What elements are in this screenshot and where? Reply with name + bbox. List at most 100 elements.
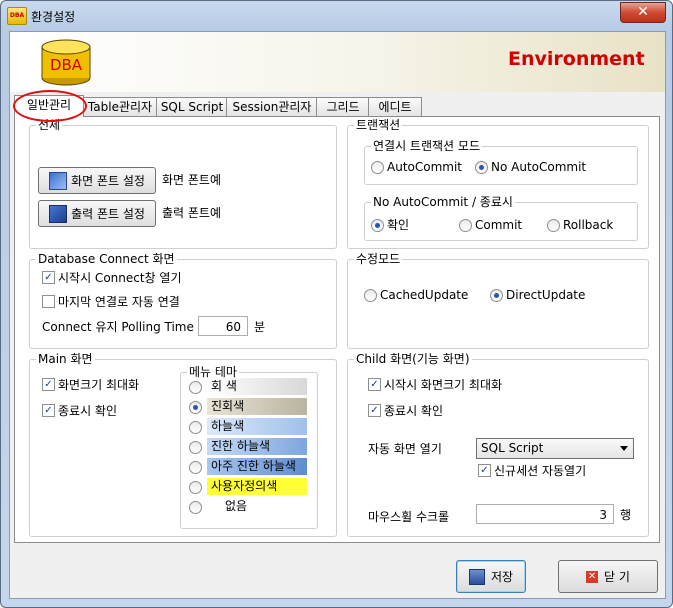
checkbox-child-maximize-label: 시작시 화면크기 최대화 xyxy=(384,378,503,392)
group-edit-mode: 수정모드 CachedUpdate DirectUpdate xyxy=(347,252,649,349)
group-main-screen: Main 화면 ✓ 화면크기 최대화 ✓ 종료시 확인 메뉴 테마 회 색 진회… xyxy=(29,352,337,537)
radio-cached-update[interactable] xyxy=(364,289,377,302)
close-button[interactable]: ✕ 닫 기 xyxy=(558,560,658,593)
theme-swatch-gray: 회 색 xyxy=(207,378,307,395)
polling-time-input[interactable]: 60 xyxy=(198,316,248,336)
group-transaction: 트랜잭션 연결시 트랜잭션 모드 AutoCommit No AutoCommi… xyxy=(347,118,649,249)
radio-commit-label: Commit xyxy=(475,218,523,232)
radio-rollback[interactable] xyxy=(547,219,560,232)
theme-swatch-sky: 하늘색 xyxy=(207,418,307,435)
theme-swatch-none: 없음 xyxy=(207,498,307,515)
tab-edit[interactable]: 에디트 xyxy=(368,97,422,116)
radio-commit[interactable] xyxy=(459,219,472,232)
radio-confirm-label: 확인 xyxy=(387,218,410,232)
radio-rollback-label: Rollback xyxy=(563,218,614,232)
group-connect-mode: 연결시 트랜잭션 모드 AutoCommit No AutoCommit xyxy=(364,139,638,185)
radio-direct-update[interactable] xyxy=(490,289,503,302)
group-exit-mode: No AutoCommit / 종료시 확인 Commit Rollback xyxy=(364,195,638,241)
group-transaction-title: 트랜잭션 xyxy=(354,118,403,132)
window-title: 환경설정 xyxy=(31,10,76,24)
checkbox-open-connect-on-start[interactable]: ✓ xyxy=(42,271,55,284)
polling-time-label: Connect 유지 Polling Time xyxy=(42,320,194,334)
tab-session-manager[interactable]: Session관리자 xyxy=(226,97,318,116)
polling-time-unit: 분 xyxy=(254,320,266,334)
highlight-ring xyxy=(13,90,87,122)
tab-strip: 일반관리 Table관리자 SQL Script Session관리자 그리드 … xyxy=(12,90,652,122)
checkbox-child-confirm-exit[interactable]: ✓ xyxy=(368,404,381,417)
checkbox-main-maximize-label: 화면크기 최대화 xyxy=(58,378,140,392)
group-db-connect-title: Database Connect 화면 xyxy=(36,252,177,266)
checkbox-auto-reconnect[interactable] xyxy=(42,295,55,308)
screen-font-button[interactable]: 화면 폰트 설정 xyxy=(38,167,156,194)
group-general: 전체 화면 폰트 설정 화면 폰트예 출력 폰트 설정 출력 폰트예 xyxy=(29,118,337,249)
theme-label-very-deep-sky: 아주 진한 하늘색 xyxy=(211,459,296,473)
auto-open-select-value: SQL Script xyxy=(481,441,544,455)
radio-theme-none[interactable] xyxy=(189,501,202,514)
radio-theme-deep-sky[interactable] xyxy=(189,441,202,454)
group-db-connect: Database Connect 화면 ✓ 시작시 Connect창 열기 마지… xyxy=(29,252,337,349)
theme-label-none: 없음 xyxy=(225,499,248,513)
print-font-button[interactable]: 출력 폰트 설정 xyxy=(38,200,156,227)
print-font-sample: 출력 폰트예 xyxy=(162,206,222,220)
radio-cached-update-label: CachedUpdate xyxy=(380,288,469,302)
dialog-client: DBA Environment 일반관리 Table관리자 SQL Script… xyxy=(9,31,666,599)
checkbox-new-session-label: 신규세션 자동열기 xyxy=(494,464,587,478)
banner-title: Environment xyxy=(508,48,645,70)
radio-no-autocommit[interactable] xyxy=(475,161,488,174)
theme-swatch-dark-gray: 진회색 xyxy=(207,398,307,415)
mouse-wheel-input[interactable]: 3 xyxy=(476,504,614,524)
radio-theme-gray[interactable] xyxy=(189,381,202,394)
save-button-label: 저장 xyxy=(490,570,514,584)
tab-grid[interactable]: 그리드 xyxy=(316,97,370,116)
mouse-wheel-label: 마우스휠 수크롤 xyxy=(368,510,450,524)
mouse-wheel-unit: 행 xyxy=(620,508,632,522)
radio-theme-custom[interactable] xyxy=(189,481,202,494)
tab-table-manager[interactable]: Table관리자 xyxy=(82,97,158,116)
theme-label-dark-gray: 진회색 xyxy=(211,399,245,413)
radio-confirm[interactable] xyxy=(371,219,384,232)
radio-theme-very-deep-sky[interactable] xyxy=(189,461,202,474)
group-child-screen-title: Child 화면(기능 화면) xyxy=(354,352,472,366)
group-edit-mode-title: 수정모드 xyxy=(354,252,403,266)
print-font-button-label: 출력 폰트 설정 xyxy=(71,207,145,221)
screen-font-button-label: 화면 폰트 설정 xyxy=(71,174,145,188)
checkbox-main-confirm-exit[interactable]: ✓ xyxy=(42,404,55,417)
checkbox-new-session[interactable]: ✓ xyxy=(478,464,491,477)
radio-theme-dark-gray[interactable] xyxy=(189,401,202,414)
close-window-button[interactable]: ✕ xyxy=(620,2,666,23)
checkbox-auto-reconnect-label: 마지막 연결로 자동 연결 xyxy=(58,295,180,309)
banner: DBA Environment xyxy=(10,32,665,92)
group-main-screen-title: Main 화면 xyxy=(36,352,95,366)
settings-window: DBA 환경설정 ✕ DBA Environment 일반관리 Table관리자… xyxy=(0,0,673,608)
radio-autocommit[interactable] xyxy=(371,161,384,174)
group-menu-theme-title: 메뉴 테마 xyxy=(187,365,239,379)
chevron-down-icon xyxy=(620,446,628,451)
general-tab-panel: 전체 화면 폰트 설정 화면 폰트예 출력 폰트 설정 출력 폰트예 트랜잭션 … xyxy=(14,116,660,543)
theme-swatch-custom: 사용자정의색 xyxy=(207,478,307,495)
radio-direct-update-label: DirectUpdate xyxy=(506,288,586,302)
theme-swatch-very-deep-sky: 아주 진한 하늘색 xyxy=(207,458,307,475)
checkbox-open-connect-on-start-label: 시작시 Connect창 열기 xyxy=(58,271,182,285)
title-bar: DBA 환경설정 ✕ xyxy=(1,1,672,31)
tab-sql-script[interactable]: SQL Script xyxy=(156,97,228,116)
dba-logo-icon: DBA xyxy=(41,39,91,86)
close-icon: ✕ xyxy=(586,570,599,583)
theme-label-sky: 하늘색 xyxy=(211,419,245,433)
group-exit-mode-title: No AutoCommit / 종료시 xyxy=(371,195,515,209)
theme-label-deep-sky: 진한 하늘색 xyxy=(211,439,271,453)
close-button-label: 닫 기 xyxy=(604,570,630,584)
theme-label-custom: 사용자정의색 xyxy=(211,479,278,493)
app-icon: DBA xyxy=(7,7,27,25)
checkbox-main-maximize[interactable]: ✓ xyxy=(42,378,55,391)
checkbox-child-maximize[interactable]: ✓ xyxy=(368,378,381,391)
logo-text: DBA xyxy=(50,56,83,74)
auto-open-label: 자동 화면 열기 xyxy=(368,442,442,456)
auto-open-select[interactable]: SQL Script xyxy=(476,438,634,459)
screen-font-sample: 화면 폰트예 xyxy=(162,173,222,187)
save-button[interactable]: 저장 xyxy=(456,560,526,593)
group-connect-mode-title: 연결시 트랜잭션 모드 xyxy=(371,139,482,153)
checkbox-child-confirm-exit-label: 종료시 확인 xyxy=(384,404,444,418)
radio-theme-sky[interactable] xyxy=(189,421,202,434)
group-menu-theme: 메뉴 테마 회 색 진회색 하늘색 진한 하늘색 아주 진한 하늘색 사용자정의… xyxy=(180,365,318,529)
font-icon xyxy=(49,171,68,190)
